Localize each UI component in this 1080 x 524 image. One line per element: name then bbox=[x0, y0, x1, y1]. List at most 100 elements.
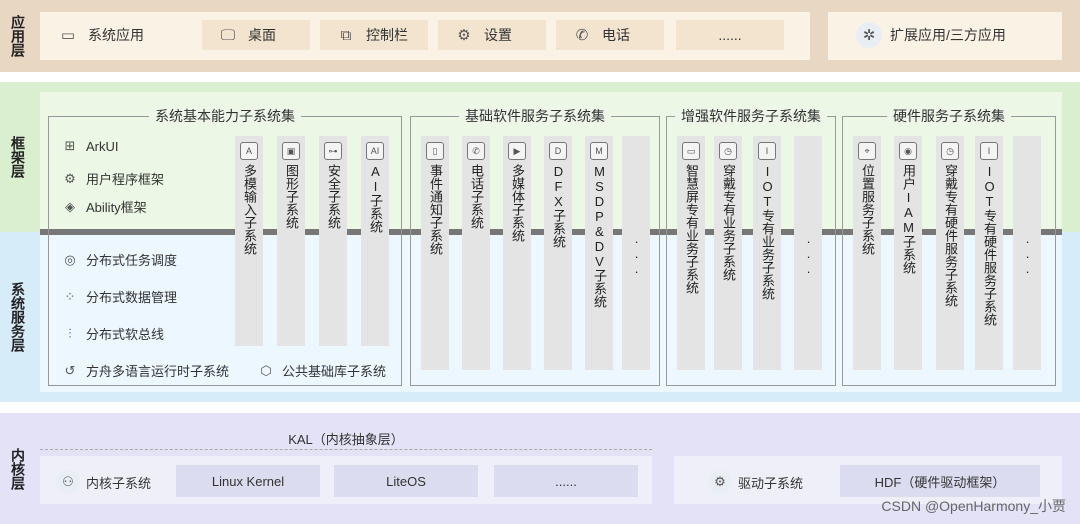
subsystem-column: D DFX子系统 bbox=[544, 136, 572, 370]
kal-divider bbox=[40, 449, 652, 450]
layers-icon: ◈ bbox=[65, 198, 75, 214]
feature-softbus: ⫶ 分布式软总线 bbox=[60, 324, 164, 343]
feature-label: Ability框架 bbox=[86, 200, 147, 215]
cube-icon: ⬡ bbox=[260, 362, 272, 378]
subsystem-label: 穿戴专有业务子系统 bbox=[721, 164, 736, 281]
media-icon: ▶ bbox=[508, 142, 526, 160]
app-item-label: 桌面 bbox=[248, 27, 276, 43]
iot-icon: I bbox=[758, 142, 776, 160]
feature-label: 用户程序框架 bbox=[86, 172, 165, 187]
subsystem-column: ⌖ 位置服务子系统 bbox=[853, 136, 881, 370]
subsystem-label: MSDP&DV子系统 bbox=[592, 164, 607, 308]
feature-label: 方舟多语言运行时子系统 bbox=[86, 364, 230, 379]
subsystem-column: ⊶ 安全子系统 bbox=[319, 136, 347, 346]
feature-label: 分布式软总线 bbox=[86, 327, 165, 342]
subsystem-label: 智慧屏专有业务子系统 bbox=[684, 164, 699, 294]
subsystem-column: ◉ 用户IAM子系统 bbox=[894, 136, 922, 370]
dfx-icon: D bbox=[549, 142, 567, 160]
phone-icon: ✆ bbox=[467, 142, 485, 160]
app-item-control-bar: ⧉ 控制栏 bbox=[320, 20, 428, 50]
subsystem-label: ... bbox=[1020, 230, 1035, 276]
subsystem-column: I IOT专有业务子系统 bbox=[753, 136, 781, 370]
layer-label-text: 应用层 bbox=[10, 15, 26, 57]
app-item-desktop: 🖵 桌面 bbox=[202, 20, 310, 50]
subsystem-column: ◷ 穿戴专有业务子系统 bbox=[714, 136, 742, 370]
layer-label-text: 框架层 bbox=[10, 136, 26, 178]
kernel-more: ...... bbox=[494, 465, 638, 497]
subsystem-label: DFX子系统 bbox=[551, 164, 566, 248]
msdp-icon: M bbox=[590, 142, 608, 160]
group-title: 硬件服务子系统集 bbox=[887, 108, 1011, 124]
system-layer-label: 系统服务层 bbox=[0, 232, 36, 402]
subsystem-column: ... bbox=[794, 136, 822, 370]
subsystem-label: 安全子系统 bbox=[326, 164, 341, 229]
gear-icon: ⚙ bbox=[457, 27, 471, 44]
app-item-more: ...... bbox=[676, 20, 784, 50]
app-framework-icon: ⚙ bbox=[64, 170, 76, 186]
subsystem-column: ✆ 电话子系统 bbox=[462, 136, 490, 370]
graphics-icon: ▣ bbox=[282, 142, 300, 160]
feature-runtime: ↺ 方舟多语言运行时子系统 bbox=[60, 361, 229, 380]
monitor-icon: 🖵 bbox=[220, 26, 236, 44]
kernel-layer-label: 内核层 bbox=[0, 413, 36, 524]
subsystem-column: I IOT专有硬件服务子系统 bbox=[975, 136, 1003, 370]
kernel-subsystem-label: 内核子系统 bbox=[86, 475, 152, 491]
system-app-icon: ▭ bbox=[60, 27, 76, 44]
kernel-label: LiteOS bbox=[386, 473, 426, 489]
layer-label-text: 内核层 bbox=[10, 447, 26, 490]
eye-icon: ◉ bbox=[899, 142, 917, 160]
hdf-framework: HDF（硬件驱动框架） bbox=[840, 465, 1040, 497]
subsystem-label: 位置服务子系统 bbox=[860, 164, 875, 255]
notification-icon: ▯ bbox=[426, 142, 444, 160]
subsystem-column: A 多模输入子系统 bbox=[235, 136, 263, 346]
puzzle-icon: ✲ bbox=[856, 22, 882, 48]
subsystem-column: ▣ 图形子系统 bbox=[277, 136, 305, 346]
layer-label-text: 系统服务层 bbox=[10, 282, 26, 352]
subsystem-label: 多媒体子系统 bbox=[510, 164, 525, 242]
subsystem-label: 电话子系统 bbox=[469, 164, 484, 229]
kal-label: KAL（内核抽象层） bbox=[40, 429, 652, 448]
app-item-label: 电话 bbox=[602, 27, 630, 43]
app-item-ext: ✲ 扩展应用/三方应用 bbox=[856, 20, 1046, 50]
feature-data-manage: ⁘ 分布式数据管理 bbox=[60, 287, 177, 306]
subsystem-column: ◷ 穿戴专有硬件服务子系统 bbox=[936, 136, 964, 370]
feature-label: 公共基础库子系统 bbox=[282, 364, 387, 379]
subsystem-label: 图形子系统 bbox=[284, 164, 299, 229]
watch-icon: ◷ bbox=[941, 142, 959, 160]
subsystem-label: 穿戴专有硬件服务子系统 bbox=[943, 164, 958, 307]
driver-icon: ⚙ bbox=[708, 470, 732, 494]
kernel-icon: ⚇ bbox=[56, 470, 80, 494]
framework-layer-label: 框架层 bbox=[0, 82, 36, 232]
kernel-label: Linux Kernel bbox=[211, 473, 285, 489]
group-title: 基础软件服务子系统集 bbox=[459, 108, 611, 124]
app-item-settings: ⚙ 设置 bbox=[438, 20, 546, 50]
softbus-icon: ⫶ bbox=[68, 325, 72, 341]
group-title: 增强软件服务子系统集 bbox=[675, 108, 827, 124]
control-bar-icon: ⧉ bbox=[340, 26, 352, 44]
feature-label: ArkUI bbox=[86, 138, 119, 154]
hdf-label: HDF（硬件驱动框架） bbox=[874, 474, 1006, 490]
feature-label: 分布式数据管理 bbox=[86, 290, 178, 305]
app-layer-label: 应用层 bbox=[0, 0, 36, 72]
subsystem-column: M MSDP&DV子系统 bbox=[585, 136, 613, 370]
smart-screen-icon: ▭ bbox=[682, 142, 700, 160]
subsystem-column: ... bbox=[1013, 136, 1041, 370]
kernel-linux: Linux Kernel bbox=[176, 465, 320, 497]
subsystem-column: ▭ 智慧屏专有业务子系统 bbox=[677, 136, 705, 370]
subsystem-column: ... bbox=[622, 136, 650, 370]
input-icon: A bbox=[240, 142, 258, 160]
driver-subsystem-label: 驱动子系统 bbox=[738, 475, 804, 491]
app-item-label: 扩展应用/三方应用 bbox=[890, 27, 1006, 43]
subsystem-column: ▯ 事件通知子系统 bbox=[421, 136, 449, 370]
kernel-liteos: LiteOS bbox=[334, 465, 478, 497]
feature-label: 分布式任务调度 bbox=[86, 253, 178, 268]
watermark: CSDN @OpenHarmony_小贾 bbox=[881, 498, 1066, 514]
ai-chip-icon: AI bbox=[366, 142, 384, 160]
subsystem-label: AI子系统 bbox=[368, 164, 383, 233]
kernel-subsystem: ⚇ 内核子系统 bbox=[56, 470, 151, 494]
data-manage-icon: ⁘ bbox=[64, 288, 76, 304]
subsystem-label: 多模输入子系统 bbox=[242, 164, 257, 255]
location-icon: ⌖ bbox=[858, 142, 876, 160]
runtime-icon: ↺ bbox=[64, 362, 76, 378]
app-item-label: 设置 bbox=[484, 27, 512, 43]
